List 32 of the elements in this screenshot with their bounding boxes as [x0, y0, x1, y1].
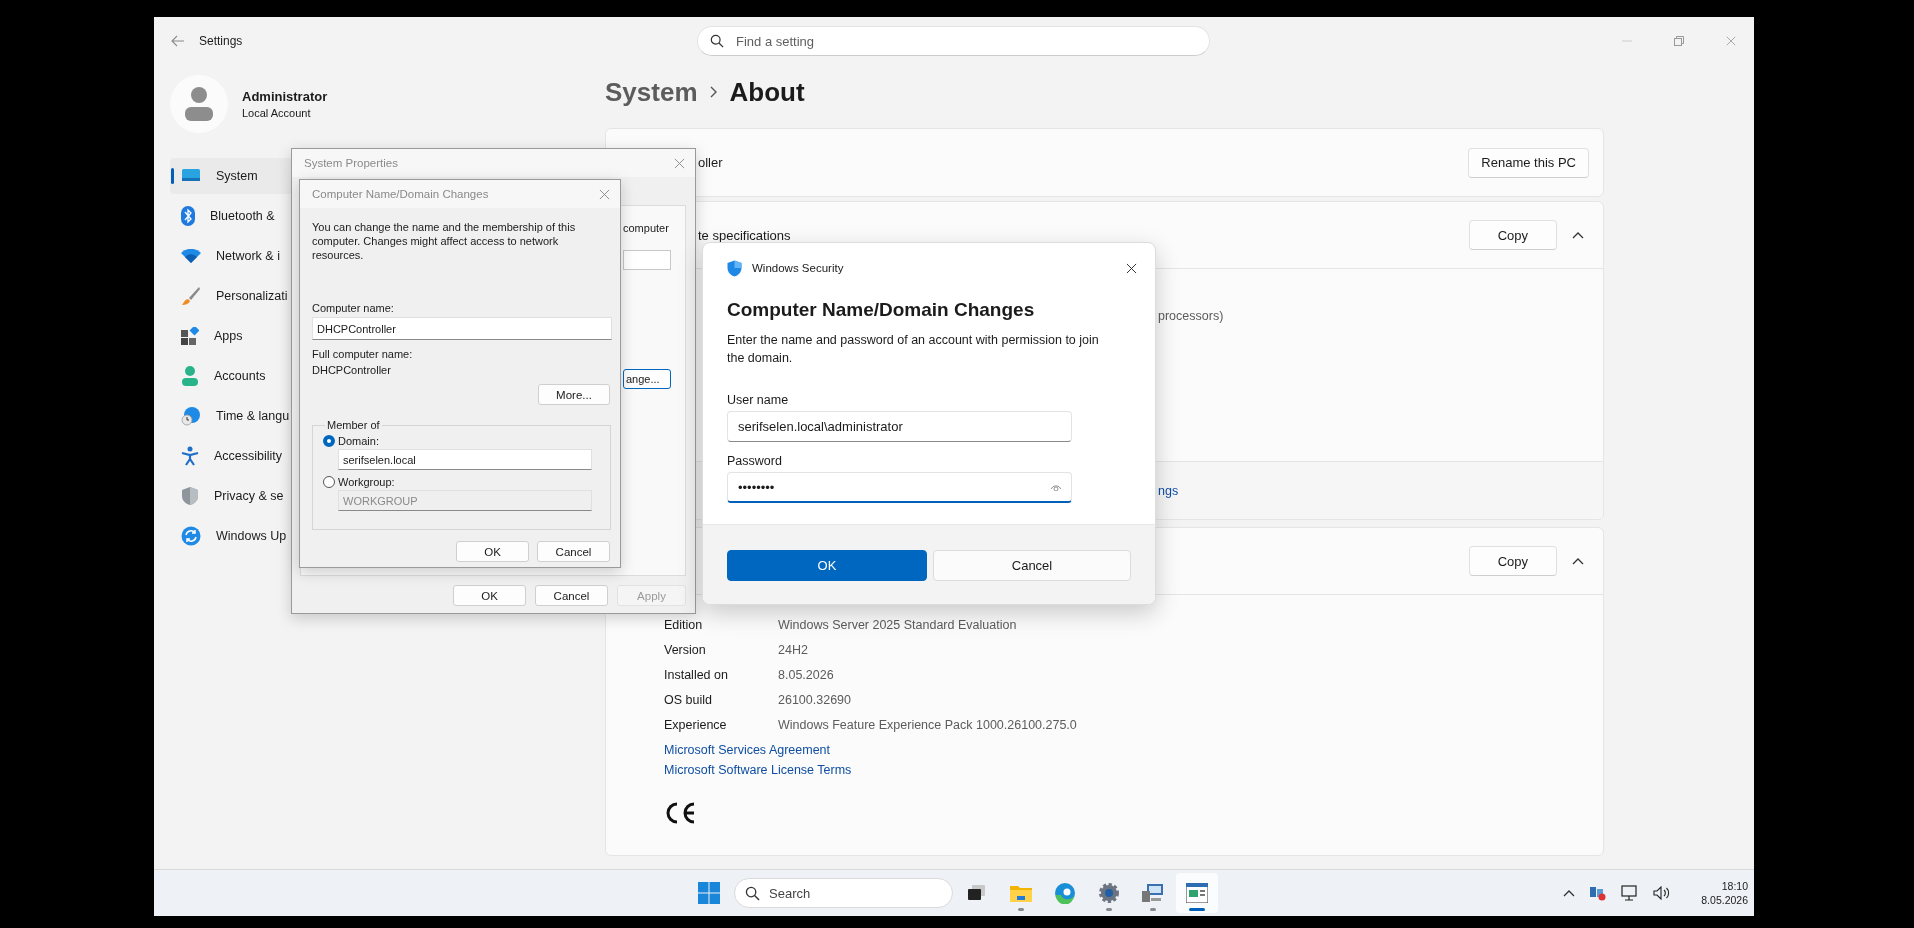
section-title: te specifications: [698, 227, 792, 243]
radio-label: Workgroup:: [338, 476, 395, 488]
spec-label: Installed on: [664, 667, 729, 682]
dialog-title: Computer Name/Domain Changes: [312, 188, 490, 200]
full-computer-name: DHCPController: [312, 364, 392, 376]
spec-value: processors): [1158, 308, 1224, 323]
spec-value: 24H2: [778, 642, 808, 657]
dialog-title: System Properties: [304, 157, 399, 169]
spec-value: Windows Server 2025 Standard Evaluation: [778, 617, 1017, 632]
field-label: Full computer name:: [312, 348, 414, 360]
field-label: Password: [727, 454, 783, 468]
device-name: oller: [698, 155, 724, 170]
field-label: Computer name:: [312, 302, 395, 314]
radio-label: Domain:: [338, 435, 379, 447]
group-title: Member of: [326, 419, 381, 431]
spec-value: Windows Feature Experience Pack 1000.26100.275.0: [778, 717, 1077, 732]
spec-label: OS build: [664, 692, 713, 707]
window-title: Settings: [199, 34, 243, 48]
spec-label: Version: [664, 642, 707, 657]
spec-label: Edition: [664, 617, 704, 632]
user-name: Administrator: [242, 89, 328, 104]
dialog-description: You can change the name and the membership of this computer. Changes might affect access to network resources.: [312, 220, 577, 262]
dialog-description: Enter the name and password of an account with permission to join the domain.: [727, 332, 1100, 367]
dialog-title: Computer Name/Domain Changes: [727, 299, 1036, 321]
spec-value: 26100.32690: [778, 692, 851, 707]
panel-text: computer: [623, 222, 670, 234]
spec-value: 8.05.2026: [778, 667, 834, 682]
spec-label: Experience: [664, 717, 728, 732]
field-label: User name: [727, 393, 790, 407]
dialog-app-name: Windows Security: [752, 262, 845, 274]
account-type: Local Account: [242, 107, 312, 119]
page-title: About: [729, 76, 805, 108]
